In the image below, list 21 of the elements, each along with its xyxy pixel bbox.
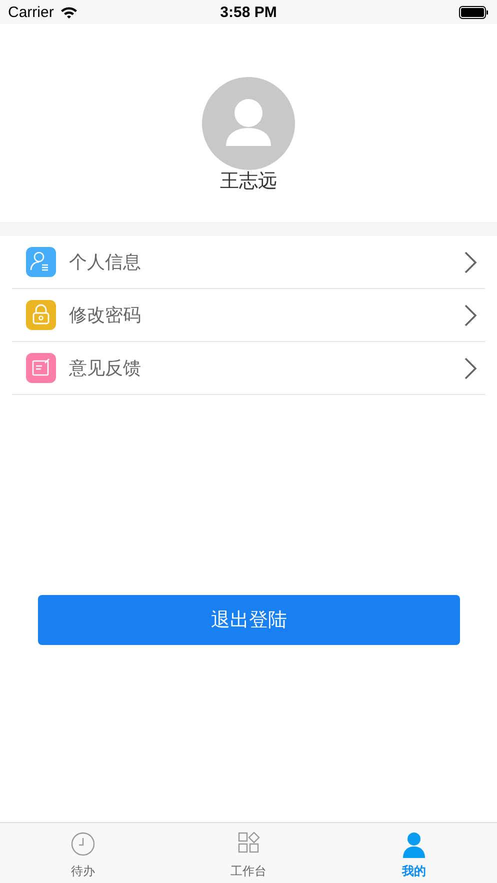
logout-button[interactable]: 退出登陆	[38, 595, 460, 645]
person-icon	[403, 832, 426, 858]
menu-item[interactable]: 个人信息	[12, 236, 485, 289]
wifi-icon	[60, 6, 78, 18]
menu-label: 个人信息	[69, 251, 142, 274]
tab[interactable]: 待办	[0, 823, 166, 883]
menu-item[interactable]: 意见反馈	[12, 342, 485, 395]
menu-item[interactable]: 修改密码	[12, 289, 485, 342]
menu-label: 意见反馈	[69, 357, 142, 380]
menu-label: 修改密码	[69, 304, 142, 327]
battery-icon	[458, 6, 489, 18]
user-name: 王志远	[220, 169, 277, 194]
chevron-icon	[464, 356, 477, 380]
grid-icon	[238, 832, 260, 854]
tab[interactable]: 工作台	[166, 823, 332, 883]
tab[interactable]: 我的	[331, 823, 497, 883]
clock-time: 3:58 PM	[220, 4, 277, 20]
carrier-label: Carrier	[8, 4, 54, 20]
chevron-icon	[464, 250, 477, 274]
clock-icon	[70, 832, 95, 856]
chevron-icon	[464, 304, 477, 326]
